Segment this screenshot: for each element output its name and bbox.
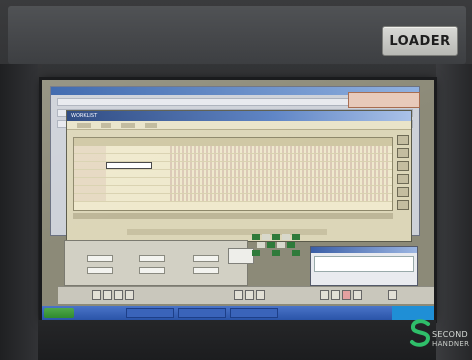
- param-field[interactable]: [193, 255, 219, 262]
- toolbar-button[interactable]: [256, 290, 265, 300]
- param-field[interactable]: [139, 267, 165, 274]
- side-tool-button[interactable]: [397, 187, 409, 197]
- table-row[interactable]: [74, 194, 392, 202]
- control-screen: WORKLIST: [42, 80, 434, 320]
- watermark-text-line1: SECOND: [432, 330, 468, 339]
- toolbar-button[interactable]: [125, 290, 134, 300]
- watermark-logo-icon: [410, 319, 431, 347]
- station-cell: [252, 234, 260, 240]
- station-cell: [272, 234, 280, 240]
- station-grid: [252, 234, 304, 256]
- param-field[interactable]: [87, 255, 113, 262]
- popup-titlebar: [311, 247, 417, 253]
- table-row[interactable]: [74, 178, 392, 186]
- menu-item[interactable]: [77, 123, 91, 128]
- menu-item[interactable]: [121, 123, 135, 128]
- bezel-bottom: [38, 320, 436, 360]
- worklist-title: WORKLIST: [71, 113, 98, 119]
- table-row[interactable]: [74, 154, 392, 162]
- station-cell: [272, 250, 280, 256]
- start-button[interactable]: [44, 308, 74, 318]
- side-tool-button[interactable]: [397, 148, 409, 158]
- table-row[interactable]: [74, 186, 392, 194]
- station-cell: [282, 234, 290, 240]
- toolbar-button[interactable]: [353, 290, 362, 300]
- side-tool-button[interactable]: [397, 200, 409, 210]
- side-tool-button[interactable]: [397, 135, 409, 145]
- toolbar-button[interactable]: [331, 290, 340, 300]
- menu-item[interactable]: [145, 123, 157, 128]
- popup-message-list: [314, 256, 414, 272]
- status-box[interactable]: [228, 248, 254, 264]
- station-cell: [252, 250, 260, 256]
- param-field[interactable]: [139, 255, 165, 262]
- param-field[interactable]: [193, 267, 219, 274]
- toolbar-button[interactable]: [92, 290, 101, 300]
- toolbar-button[interactable]: [388, 290, 397, 300]
- watermark-text-line2: HANDNER: [432, 340, 470, 348]
- table-horizontal-scrollbar[interactable]: [73, 213, 393, 219]
- message-popup: [310, 246, 418, 286]
- station-cell: [257, 242, 265, 248]
- worklist-table: [73, 137, 393, 211]
- play-button[interactable]: [245, 290, 254, 300]
- station-cell: [267, 242, 275, 248]
- taskbar-item[interactable]: [126, 308, 174, 318]
- toolbar-button[interactable]: [103, 290, 112, 300]
- station-cell: [292, 250, 300, 256]
- worklist-menubar: [67, 121, 411, 130]
- station-cell: [287, 242, 295, 248]
- param-field[interactable]: [87, 267, 113, 274]
- menu-item[interactable]: [101, 123, 111, 128]
- windows-taskbar: [42, 306, 434, 320]
- toolbar-button[interactable]: [342, 290, 351, 300]
- side-tool-button[interactable]: [397, 174, 409, 184]
- table-header: [74, 138, 392, 146]
- table-row[interactable]: [74, 162, 392, 170]
- taskbar-item[interactable]: [230, 308, 278, 318]
- side-tool-button[interactable]: [397, 161, 409, 171]
- toolbar-button[interactable]: [234, 290, 243, 300]
- worklist-side-toolbar: [397, 135, 411, 225]
- parameter-panel: [64, 240, 248, 286]
- toolbar-button[interactable]: [320, 290, 329, 300]
- worklist-titlebar: WORKLIST: [67, 111, 411, 121]
- bottom-toolbar: [58, 286, 434, 304]
- background-window-tab: [348, 92, 420, 108]
- table-row[interactable]: [74, 146, 392, 154]
- station-cell: [277, 242, 285, 248]
- loader-nameplate: LOADER: [382, 26, 458, 56]
- toolbar-button[interactable]: [114, 290, 123, 300]
- taskbar-item[interactable]: [178, 308, 226, 318]
- worklist-window: WORKLIST: [66, 110, 412, 242]
- bezel-left: [0, 64, 38, 360]
- station-cell: [262, 234, 270, 240]
- table-row[interactable]: [74, 170, 392, 178]
- loader-label: LOADER: [389, 33, 451, 49]
- station-cell: [292, 234, 300, 240]
- bezel-right: [436, 64, 472, 360]
